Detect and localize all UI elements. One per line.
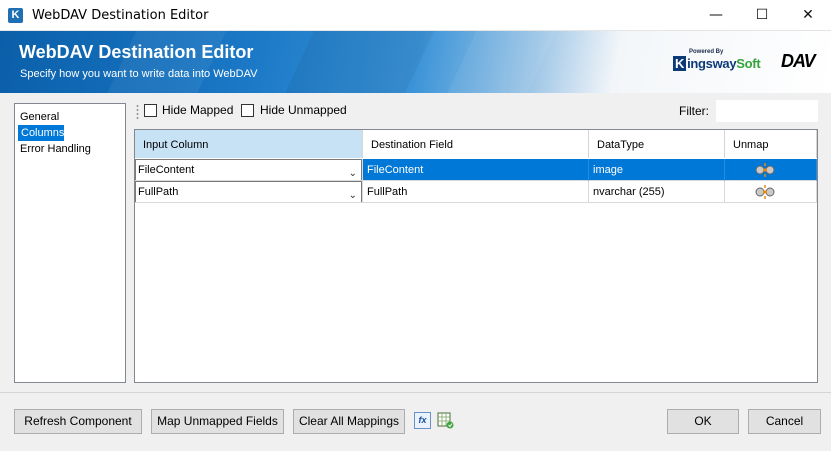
nav-item-error-handling[interactable]: Error Handling bbox=[16, 141, 125, 157]
unmap-cell bbox=[725, 181, 817, 203]
dav-logo: DAV bbox=[781, 51, 816, 71]
column-header-input[interactable]: Input Column bbox=[135, 130, 363, 158]
header-banner: WebDAV Destination Editor Specify how yo… bbox=[0, 31, 831, 93]
chevron-down-icon[interactable]: ⌄ bbox=[349, 163, 357, 180]
powered-by-label: Powered By bbox=[689, 49, 724, 55]
app-icon: K bbox=[8, 8, 23, 23]
column-header-unmap[interactable]: Unmap bbox=[725, 130, 817, 158]
table-row[interactable]: FileContent ⌄ FileContent image bbox=[135, 159, 817, 181]
maximize-button[interactable]: ☐ bbox=[739, 0, 785, 31]
ok-button[interactable]: OK bbox=[667, 409, 739, 434]
minimize-button[interactable]: — bbox=[693, 0, 739, 31]
hide-mapped-checkbox[interactable] bbox=[144, 104, 157, 117]
filter-label: Filter: bbox=[679, 104, 709, 118]
refresh-component-button[interactable]: Refresh Component bbox=[14, 409, 142, 434]
toolbar-grip[interactable] bbox=[136, 104, 139, 120]
footer-divider bbox=[0, 392, 831, 393]
brand-name: KingswaySoft bbox=[673, 56, 761, 71]
window-title: WebDAV Destination Editor bbox=[32, 8, 209, 23]
map-unmapped-fields-button[interactable]: Map Unmapped Fields bbox=[151, 409, 284, 434]
columns-toolbar: Hide Mapped Hide Unmapped Filter: bbox=[134, 100, 818, 122]
banner-decoration bbox=[439, 31, 561, 93]
kingswaysoft-logo: Powered By KingswaySoft bbox=[673, 49, 763, 81]
unmap-icon[interactable] bbox=[755, 184, 775, 200]
input-column-cell: FullPath ⌄ bbox=[135, 181, 363, 203]
brand-k: K bbox=[673, 56, 687, 71]
close-button[interactable]: ✕ bbox=[785, 0, 831, 31]
unmap-icon[interactable] bbox=[755, 162, 775, 178]
clear-all-mappings-button[interactable]: Clear All Mappings bbox=[293, 409, 405, 434]
destination-field-cell: FullPath bbox=[363, 181, 589, 203]
brand-soft: Soft bbox=[736, 56, 761, 71]
cancel-button[interactable]: Cancel bbox=[748, 409, 821, 434]
fx-expression-icon[interactable]: fx bbox=[414, 412, 431, 429]
banner-title: WebDAV Destination Editor bbox=[19, 42, 254, 62]
input-column-value: FileContent bbox=[138, 164, 195, 176]
banner-subtitle: Specify how you want to write data into … bbox=[20, 68, 258, 80]
input-column-dropdown[interactable]: FullPath ⌄ bbox=[135, 181, 362, 202]
filter-input[interactable] bbox=[716, 100, 818, 122]
hide-unmapped-checkbox[interactable] bbox=[241, 104, 254, 117]
input-column-value: FullPath bbox=[138, 186, 179, 198]
nav-item-general[interactable]: General bbox=[16, 109, 125, 125]
nav-item-columns[interactable]: Columns bbox=[18, 125, 64, 141]
column-mapping-grid: Input Column Destination Field DataType … bbox=[134, 129, 818, 383]
grid-header: Input Column Destination Field DataType … bbox=[135, 130, 817, 158]
grid-refresh-icon[interactable] bbox=[437, 412, 454, 429]
banner-decoration bbox=[276, 31, 444, 93]
column-header-datatype[interactable]: DataType bbox=[589, 130, 725, 158]
hide-mapped-label[interactable]: Hide Mapped bbox=[162, 103, 233, 117]
hide-unmapped-label[interactable]: Hide Unmapped bbox=[260, 103, 347, 117]
unmap-cell bbox=[725, 159, 817, 181]
datatype-cell: image bbox=[589, 159, 725, 181]
brand-ingsway: ingsway bbox=[687, 56, 737, 71]
table-row[interactable]: FullPath ⌄ FullPath nvarchar (255) bbox=[135, 181, 817, 203]
chevron-down-icon[interactable]: ⌄ bbox=[349, 185, 357, 202]
page-nav: General Columns Error Handling bbox=[14, 103, 126, 383]
input-column-dropdown[interactable]: FileContent ⌄ bbox=[135, 159, 362, 180]
input-column-cell: FileContent ⌄ bbox=[135, 159, 363, 181]
destination-field-cell: FileContent bbox=[363, 159, 589, 181]
column-header-destination[interactable]: Destination Field bbox=[363, 130, 589, 158]
datatype-cell: nvarchar (255) bbox=[589, 181, 725, 203]
window-title-bar: K WebDAV Destination Editor — ☐ ✕ bbox=[0, 0, 831, 31]
